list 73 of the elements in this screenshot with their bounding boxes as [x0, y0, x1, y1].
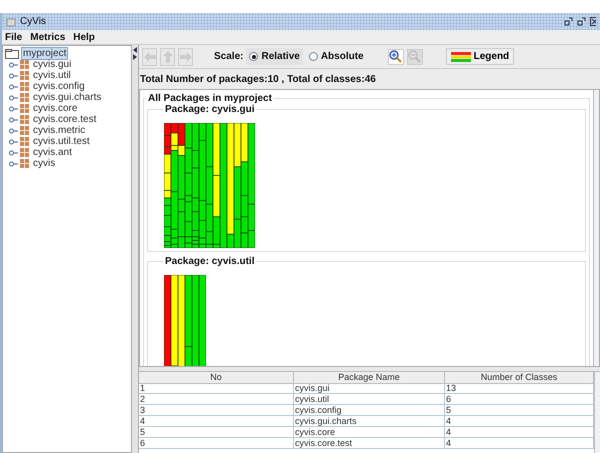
- package-icon: [20, 93, 29, 102]
- zoom-in-icon[interactable]: [388, 48, 404, 64]
- menu-item[interactable]: File: [5, 32, 22, 42]
- table-cell: 1: [139, 383, 294, 394]
- menu-item[interactable]: Metrics: [30, 32, 66, 42]
- node-handle-icon[interactable]: [9, 106, 18, 112]
- table-cell: 4: [139, 416, 294, 427]
- table-cell: 4: [445, 438, 594, 449]
- table-cell: 6: [139, 438, 294, 449]
- package-icon: [20, 71, 29, 80]
- table-cell: 3: [139, 405, 294, 416]
- table-cell: 5: [445, 405, 594, 416]
- package-icon: [20, 159, 29, 168]
- scrollbar[interactable]: [594, 372, 600, 453]
- node-handle-icon[interactable]: [9, 128, 18, 134]
- table-cell: cyvis.gui: [294, 383, 445, 394]
- legend-button[interactable]: Legend: [446, 48, 514, 65]
- tree-item[interactable]: cyvis.util: [31, 69, 73, 82]
- menu-item[interactable]: Help: [73, 32, 95, 42]
- table-cell: cyvis.core.test: [294, 438, 445, 449]
- tree-item[interactable]: cyvis: [31, 157, 58, 170]
- node-handle-icon[interactable]: [9, 84, 18, 90]
- tree-item[interactable]: cyvis.gui: [31, 58, 74, 71]
- scale-radio[interactable]: Relative: [246, 48, 303, 65]
- summary-text: Total Number of packages:10 , Total of classes:46: [139, 72, 377, 86]
- package-icon: [20, 148, 29, 157]
- tree-item[interactable]: myproject: [21, 47, 68, 60]
- node-handle-icon[interactable]: [9, 160, 18, 166]
- table-cell: 4: [445, 427, 594, 438]
- tree-item[interactable]: cyvis.gui.charts: [31, 91, 104, 104]
- tree-item[interactable]: cyvis.config: [31, 80, 87, 93]
- package-title: Package: cyvis.gui: [164, 104, 256, 115]
- node-handle-icon[interactable]: [9, 72, 18, 78]
- scrollbar[interactable]: [593, 90, 599, 366]
- table-cell: 4: [445, 416, 594, 427]
- group-title: All Packages in myproject: [147, 93, 273, 104]
- close-icon[interactable]: [590, 17, 596, 26]
- column-header[interactable]: No: [139, 372, 294, 384]
- table-cell: cyvis.util: [294, 394, 445, 405]
- package-icon: [20, 60, 29, 69]
- tree-item[interactable]: cyvis.util.test: [31, 135, 92, 148]
- window-title: CyVis: [20, 16, 46, 27]
- table-cell: 13: [445, 383, 594, 394]
- tree-item[interactable]: cyvis.core: [31, 102, 80, 115]
- tree-item[interactable]: cyvis.ant: [31, 146, 74, 159]
- app-icon: [6, 16, 16, 26]
- tree-item[interactable]: cyvis.core.test: [31, 113, 98, 126]
- column-header[interactable]: Package Name: [294, 372, 445, 384]
- tree-item[interactable]: cyvis.metric: [31, 124, 88, 137]
- node-handle-icon[interactable]: [9, 150, 18, 156]
- node-handle-icon[interactable]: [9, 138, 18, 144]
- window-control-icon[interactable]: [564, 17, 573, 26]
- table-cell: cyvis.gui.charts: [294, 416, 445, 427]
- node-handle-icon[interactable]: [9, 116, 18, 122]
- table-cell: 2: [139, 394, 294, 405]
- scale-radio[interactable]: Absolute: [306, 48, 367, 65]
- node-handle-icon[interactable]: [9, 94, 18, 100]
- package-icon: [20, 82, 29, 91]
- scale-label: Scale:: [214, 51, 244, 62]
- package-title: Package: cyvis.util: [164, 256, 256, 267]
- legend-icon: [450, 52, 471, 62]
- table-cell: 6: [445, 394, 594, 405]
- table-cell: cyvis.config: [294, 405, 445, 416]
- window-control-icon[interactable]: [577, 17, 586, 26]
- column-header[interactable]: Number of Classes: [445, 372, 594, 384]
- package-icon: [20, 115, 29, 124]
- package-icon: [20, 137, 29, 146]
- folder-icon: [5, 48, 19, 58]
- package-icon: [20, 126, 29, 135]
- node-handle-icon[interactable]: [9, 62, 18, 68]
- table-cell: cyvis.core: [294, 427, 445, 438]
- table-cell: 5: [139, 427, 294, 438]
- package-icon: [20, 104, 29, 113]
